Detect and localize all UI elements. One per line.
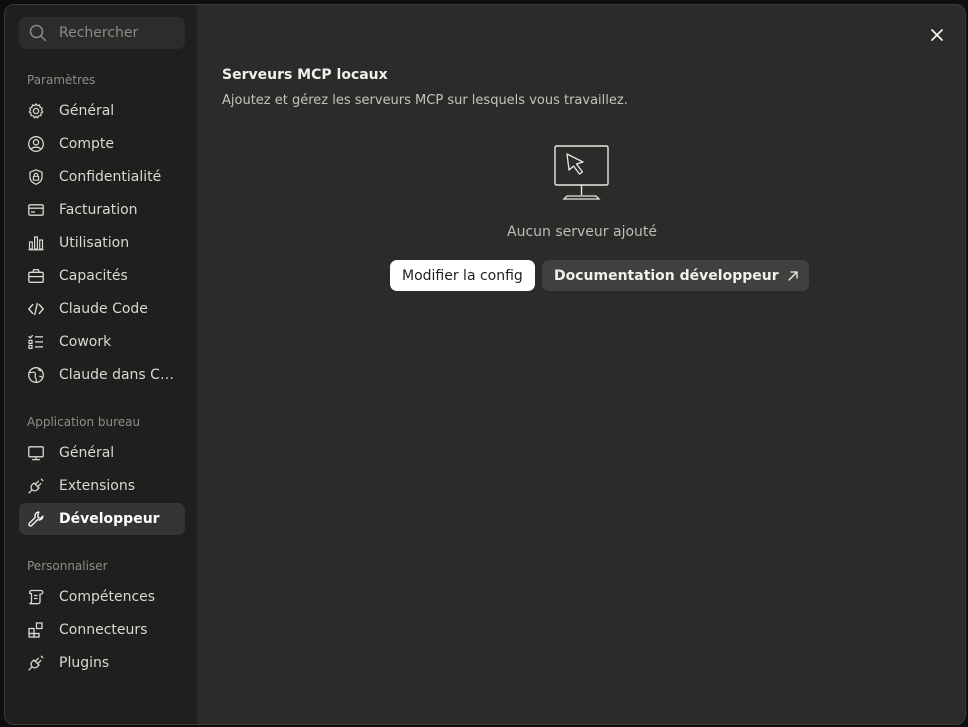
sidebar-item-label: Compte — [59, 136, 114, 152]
search-icon — [29, 24, 47, 42]
sidebar-item-claude-dans-ch[interactable]: Claude dans Ch… — [19, 359, 185, 391]
sidebar-item-label: Plugins — [59, 655, 110, 671]
sidebar-item-plugins[interactable]: Plugins — [19, 647, 185, 679]
sidebar-item-extensions[interactable]: Extensions — [19, 470, 185, 502]
sidebar: Rechercher Paramètres Général Compte Confid… — [5, 5, 197, 724]
settings-window: Rechercher Paramètres Général Compte Confid… — [4, 4, 966, 725]
sidebar-item-label: Compétences — [59, 589, 156, 605]
edit-config-button[interactable]: Modifier la config — [390, 260, 535, 291]
shield-lock-icon — [27, 168, 45, 186]
sidebar-item-label: Capacités — [59, 268, 128, 284]
bar-chart-icon — [27, 234, 45, 252]
sidebar-item-developpeur[interactable]: Développeur — [19, 503, 185, 535]
user-circle-icon — [27, 135, 45, 153]
main-panel: Serveurs MCP locaux Ajoutez et gérez les… — [197, 5, 965, 724]
blocks-icon — [27, 621, 45, 639]
plug-icon — [27, 654, 45, 672]
sidebar-item-compte[interactable]: Compte — [19, 128, 185, 160]
sidebar-item-connecteurs[interactable]: Connecteurs — [19, 614, 185, 646]
sidebar-item-label: Général — [59, 103, 115, 119]
gear-icon — [27, 102, 45, 120]
empty-state-text: Aucun serveur ajouté — [507, 224, 657, 240]
sidebar-item-label: Facturation — [59, 202, 138, 218]
search-placeholder: Rechercher — [59, 25, 139, 41]
sidebar-item-label: Extensions — [59, 478, 136, 494]
credit-card-icon — [27, 201, 45, 219]
sidebar-item-capacites[interactable]: Capacités — [19, 260, 185, 292]
external-link-arrow-icon — [787, 270, 798, 281]
sidebar-item-label: Confidentialité — [59, 169, 162, 185]
globe-icon — [27, 366, 45, 384]
search-input[interactable]: Rechercher — [19, 17, 185, 49]
sidebar-item-facturation[interactable]: Facturation — [19, 194, 185, 226]
sidebar-item-cowork[interactable]: Cowork — [19, 326, 185, 358]
wrench-icon — [27, 510, 45, 528]
close-button[interactable] — [927, 25, 947, 45]
sidebar-item-confidentialite[interactable]: Confidentialité — [19, 161, 185, 193]
close-icon — [931, 29, 943, 41]
monitor-icon — [27, 444, 45, 462]
page-title: Serveurs MCP locaux — [222, 67, 388, 83]
plug-icon — [27, 477, 45, 495]
sidebar-section-title: Personnaliser — [27, 559, 108, 573]
developer-docs-label: Documentation développeur — [554, 267, 779, 284]
briefcase-icon — [27, 267, 45, 285]
sidebar-item-utilisation[interactable]: Utilisation — [19, 227, 185, 259]
sidebar-item-general[interactable]: Général — [19, 95, 185, 127]
monitor-cursor-illustration-icon — [554, 145, 609, 200]
developer-docs-button[interactable]: Documentation développeur — [542, 260, 809, 291]
scroll-icon — [27, 588, 45, 606]
sidebar-item-label: Claude Code — [59, 301, 148, 317]
checklist-icon — [27, 333, 45, 351]
sidebar-item-label: Général — [59, 445, 115, 461]
sidebar-nav: Paramètres Général Compte Confidentialité Fa… — [19, 73, 185, 679]
sidebar-item-label: Claude dans Ch… — [59, 367, 179, 383]
sidebar-item-competences[interactable]: Compétences — [19, 581, 185, 613]
code-icon — [27, 300, 45, 318]
sidebar-item-label: Connecteurs — [59, 622, 148, 638]
sidebar-section-title: Paramètres — [27, 73, 96, 87]
sidebar-item-claude-code[interactable]: Claude Code — [19, 293, 185, 325]
sidebar-item-label: Cowork — [59, 334, 112, 350]
page-subtitle: Ajoutez et gérez les serveurs MCP sur le… — [222, 93, 628, 108]
sidebar-section-title: Application bureau — [27, 415, 141, 429]
sidebar-item-label: Développeur — [59, 511, 160, 527]
sidebar-item-general[interactable]: Général — [19, 437, 185, 469]
sidebar-item-label: Utilisation — [59, 235, 130, 251]
